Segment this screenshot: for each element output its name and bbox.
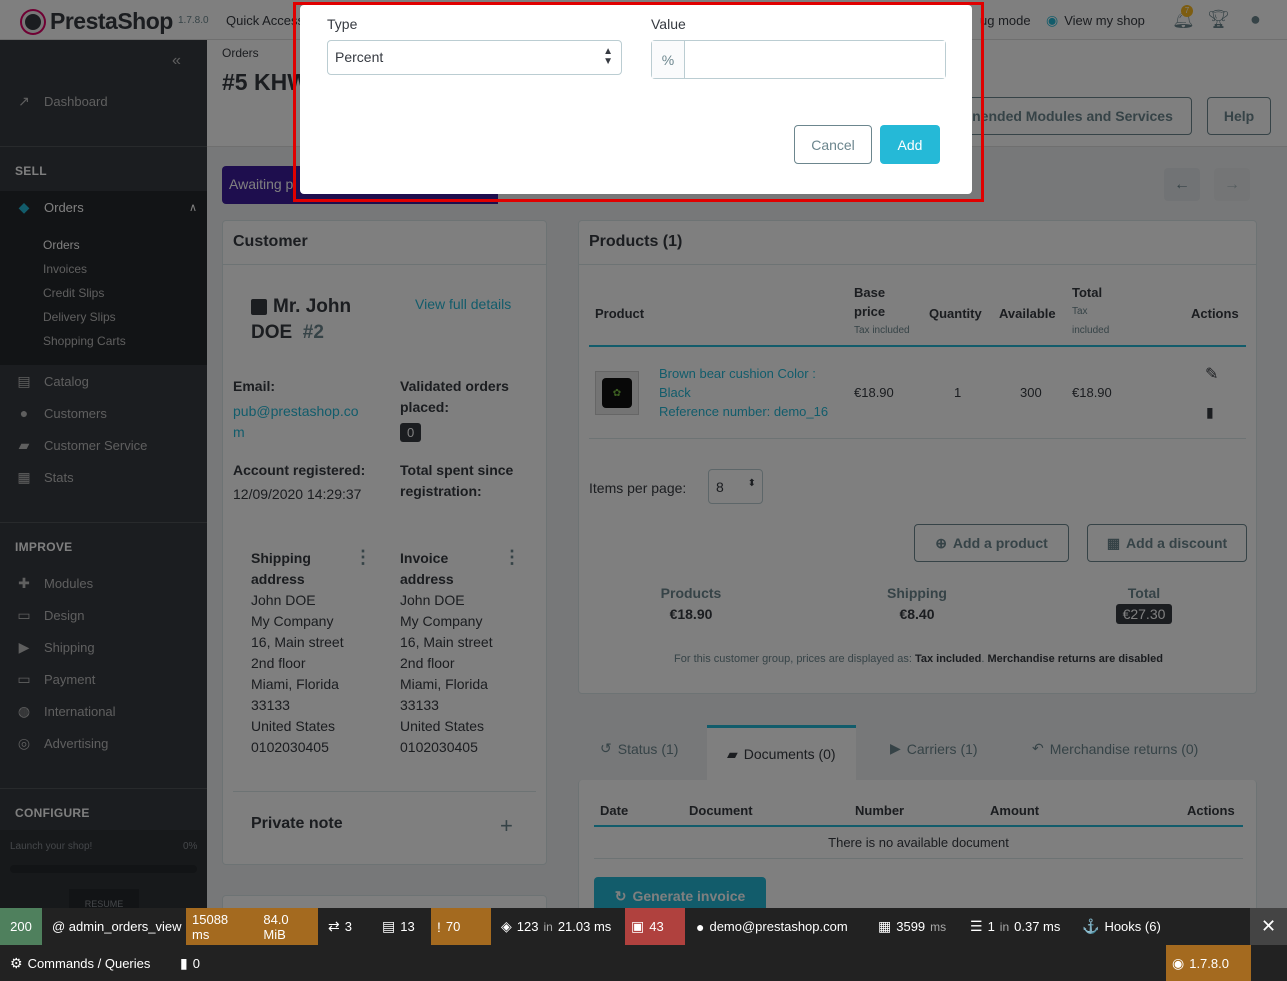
debug-queries[interactable]: ◈ 123 in 21.03 ms [495, 908, 617, 945]
fuel-icon: ▮ [180, 954, 188, 971]
translations-value: 43 [649, 919, 664, 934]
time-value: 15088 ms [192, 911, 229, 942]
twig-value: 3 [344, 919, 352, 934]
database-icon: ☰ [970, 918, 983, 934]
memory-value: 84.0 MiB [263, 911, 289, 942]
debug-extra[interactable]: ▮ 0 [174, 945, 206, 981]
highlight-frame [293, 2, 984, 202]
debug-render[interactable]: ▦ 3599 ms [872, 908, 952, 945]
warning-icon: ! [437, 918, 441, 935]
hooks-value: Hooks (6) [1104, 919, 1161, 934]
user-value: demo@prestashop.com [709, 919, 848, 934]
debug-toolbar-secondary: ⚙ Commands / Queries ▮ 0 ◉ 1.7.8.0 [0, 945, 1287, 981]
debug-cache[interactable]: ☰ 1 in 0.37 ms [964, 908, 1066, 945]
user-icon: ● [696, 918, 705, 935]
puffin-icon: ◉ [1172, 954, 1185, 971]
twig-icon: ⇄ [328, 918, 340, 934]
cache-value: 1 [987, 919, 995, 934]
queries-time: 21.03 ms [557, 919, 612, 934]
debug-hooks[interactable]: ⚓ Hooks (6) [1076, 908, 1167, 945]
translation-icon: ▣ [631, 918, 645, 934]
commands-label: Commands / Queries [27, 955, 151, 971]
debug-twig[interactable]: ⇄ 3 [322, 908, 358, 945]
debug-translations[interactable]: ▣ 43 [625, 908, 685, 945]
ps-version-value: 1.7.8.0 [1189, 955, 1229, 971]
debug-forms[interactable]: ▤ 13 [376, 908, 421, 945]
clipboard-icon: ▤ [382, 918, 396, 934]
route-value: @ admin_orders_view [52, 919, 182, 934]
close-icon: ✕ [1260, 916, 1277, 936]
debug-warnings[interactable]: ! 70 [431, 908, 491, 945]
render-value: 3599 [896, 919, 926, 934]
debug-route[interactable]: @ admin_orders_view [46, 908, 188, 945]
hook-icon: ⚓ [1082, 918, 1100, 934]
gears-icon: ⚙ [10, 954, 23, 971]
status-code-value: 200 [10, 919, 32, 934]
layout-icon: ▦ [878, 918, 892, 934]
queries-in: in [543, 919, 553, 934]
forms-value: 13 [400, 919, 415, 934]
debug-status-code[interactable]: 200 [0, 908, 42, 945]
debug-user[interactable]: ● demo@prestashop.com [690, 908, 854, 945]
debug-performance[interactable]: 15088 ms 84.0 MiB [186, 908, 318, 945]
debug-ps-version[interactable]: ◉ 1.7.8.0 [1166, 945, 1251, 981]
debug-toolbar: 200 @ admin_orders_view 15088 ms 84.0 Mi… [0, 908, 1287, 945]
cache-time: 0.37 ms [1014, 919, 1061, 934]
render-unit: ms [930, 919, 947, 934]
layers-icon: ◈ [501, 918, 512, 934]
extra-value: 0 [192, 955, 200, 971]
close-debugbar-button[interactable]: ✕ [1250, 908, 1287, 945]
warnings-value: 70 [445, 919, 461, 934]
cache-in: in [999, 919, 1010, 934]
debug-commands[interactable]: ⚙ Commands / Queries [4, 945, 156, 981]
queries-value: 123 [516, 919, 539, 934]
